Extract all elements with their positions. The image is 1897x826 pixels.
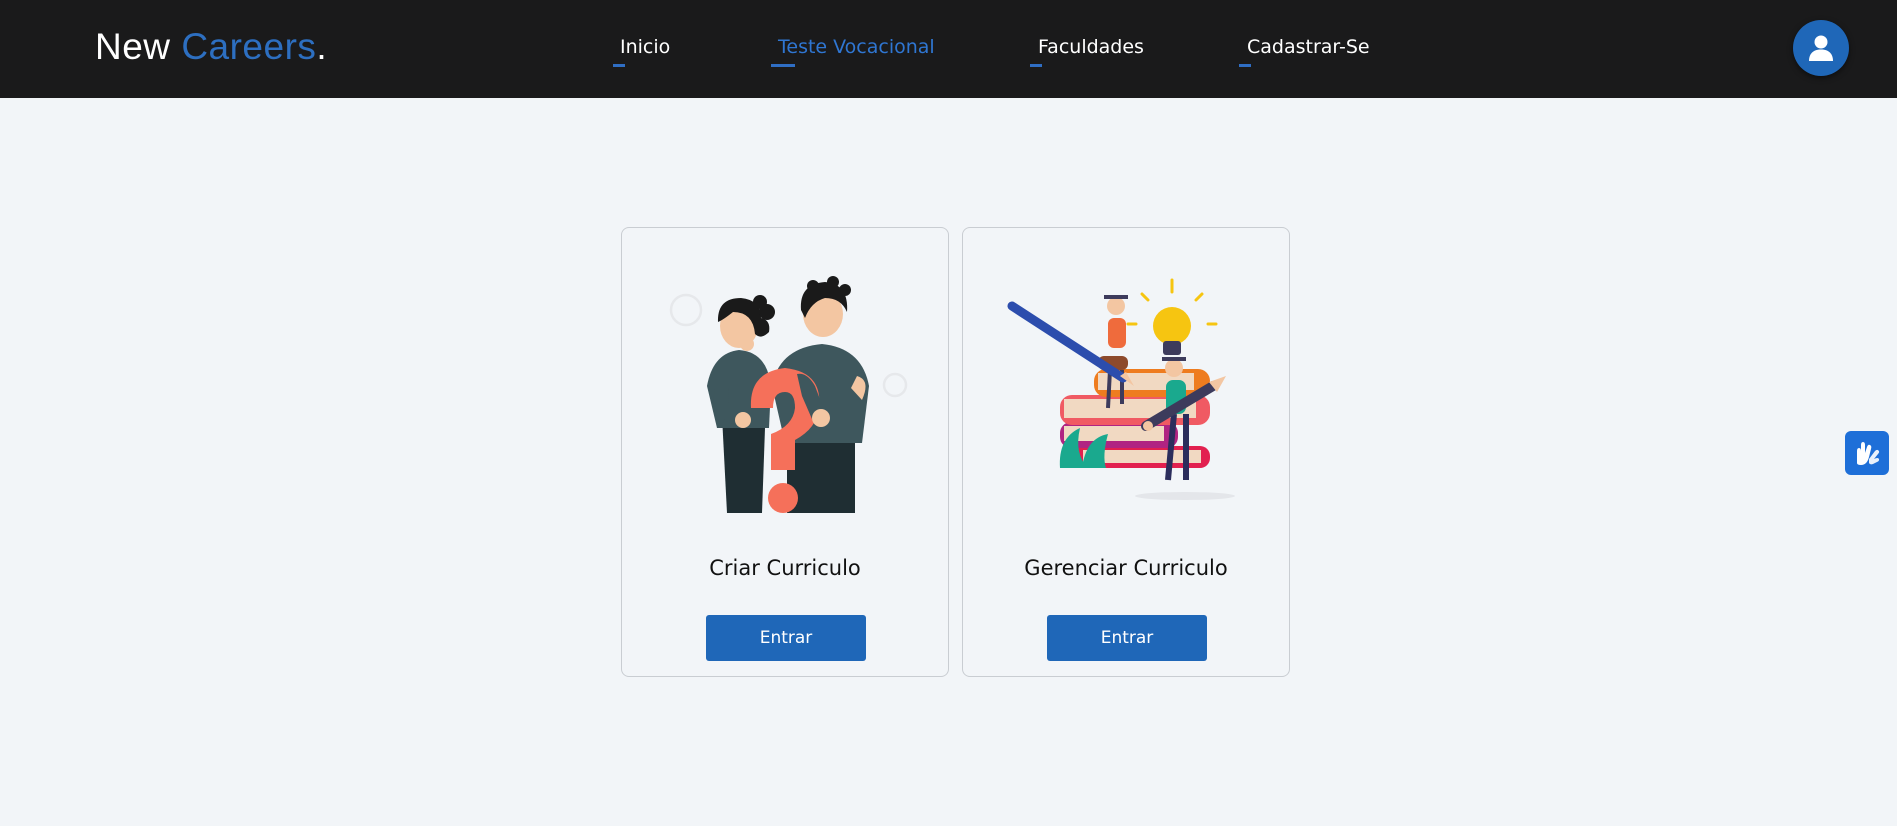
- user-avatar-button[interactable]: [1793, 20, 1849, 76]
- accessibility-sign-language-button[interactable]: [1845, 431, 1889, 475]
- nav-item-inicio[interactable]: Inicio: [620, 36, 670, 58]
- nav-underline-cadastrar-se: [1239, 64, 1251, 67]
- brand-name-part1: New: [95, 26, 182, 67]
- nav-item-teste-vocacional[interactable]: Teste Vocacional: [778, 36, 935, 58]
- thinking-people-illustration: [669, 276, 908, 513]
- nav-underline-faculdades: [1030, 64, 1042, 67]
- brand-logo[interactable]: New Careers.: [95, 26, 327, 68]
- card-gerenciar-curriculo: Gerenciar Curriculo Entrar: [962, 227, 1290, 677]
- brand-dot: .: [316, 26, 328, 67]
- nav-item-cadastrar-se[interactable]: Cadastrar-Se: [1247, 36, 1370, 58]
- enter-button[interactable]: Entrar: [1047, 615, 1207, 661]
- sign-language-hands-icon: [1857, 442, 1880, 465]
- students-books-illustration: [1007, 278, 1235, 500]
- nav-underline-inicio: [613, 64, 625, 67]
- nav-item-faculdades[interactable]: Faculdades: [1038, 36, 1144, 58]
- enter-button[interactable]: Entrar: [706, 615, 866, 661]
- nav-underline-teste-vocacional: [771, 64, 795, 67]
- card-criar-curriculo: Criar Curriculo Entrar: [621, 227, 949, 677]
- user-icon: [1809, 35, 1833, 61]
- brand-name-part2: Careers: [181, 26, 317, 67]
- card-title: Criar Curriculo: [709, 556, 861, 580]
- top-navbar: New Careers. Inicio Teste Vocacional Fac…: [0, 0, 1897, 98]
- card-title: Gerenciar Curriculo: [1024, 556, 1228, 580]
